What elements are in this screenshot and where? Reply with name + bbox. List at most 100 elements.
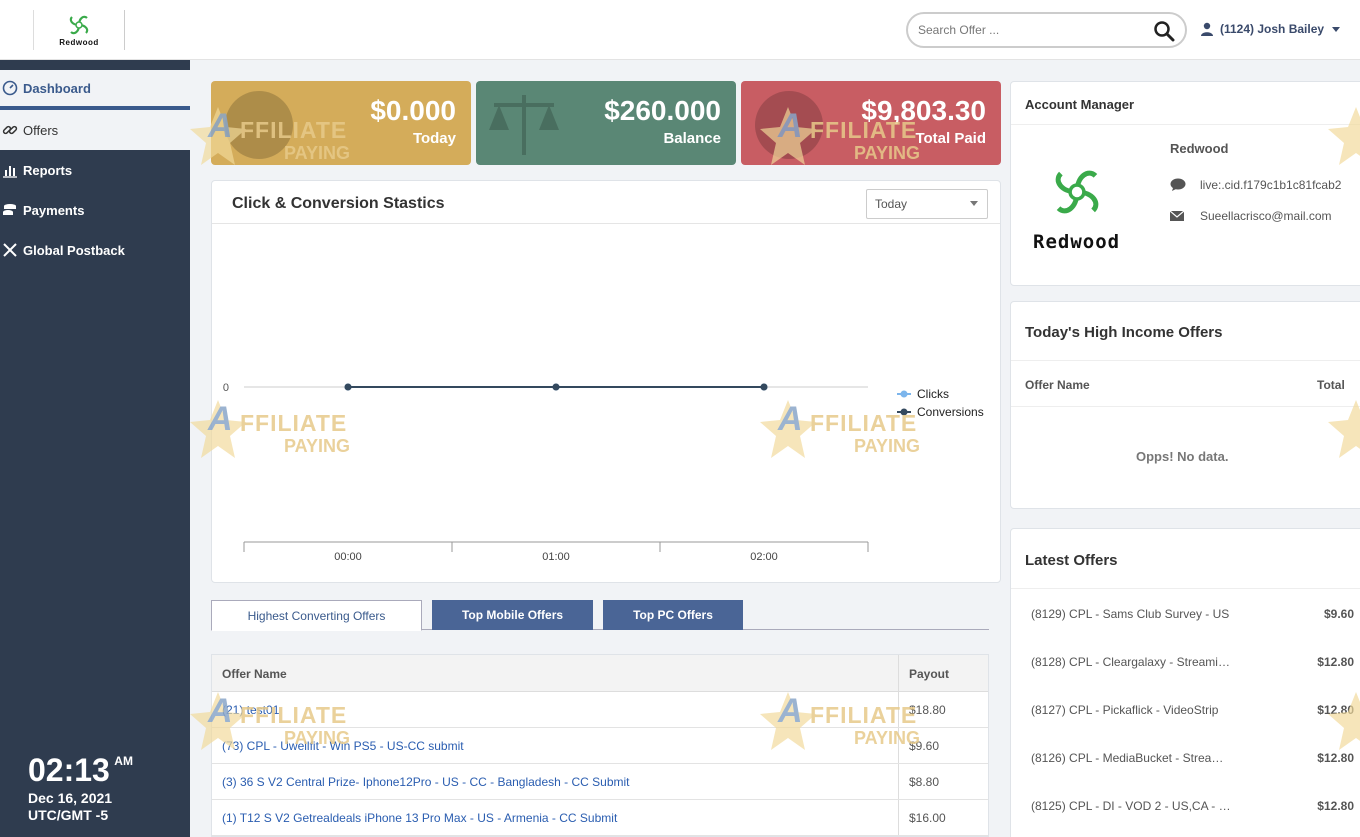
clock-date: Dec 16, 2021 — [28, 790, 113, 806]
stat-label: Balance — [663, 130, 721, 147]
manager-logo: Redwood — [1033, 162, 1120, 253]
table-row: (73) CPL - Uwellfit - Win PS5 - US-CC su… — [212, 728, 988, 764]
sidebar-item-label: Global Postback — [23, 242, 125, 258]
chevron-down-icon — [970, 201, 978, 206]
manager-email-address[interactable]: Sueellacrisco@mail.com — [1200, 209, 1332, 223]
chat-icon — [1170, 178, 1186, 191]
tab-highest-converting[interactable]: Highest Converting Offers — [211, 600, 422, 631]
offer-payout: $18.80 — [909, 703, 946, 717]
user-menu[interactable]: (1124) Josh Bailey — [1200, 22, 1341, 36]
stat-amount: $9,803.30 — [861, 95, 986, 126]
list-item[interactable]: (8128) CPL - Cleargalaxy - Streaming $12… — [1011, 655, 1360, 703]
data-point — [552, 383, 560, 391]
stat-label: Total Paid — [915, 130, 986, 147]
date-range-value: Today — [875, 197, 908, 211]
stat-card-total-paid: $9,803.30 Total Paid — [741, 81, 1001, 165]
legend-marker — [900, 408, 908, 416]
sidebar: Dashboard Offers Reports Payments Global… — [0, 60, 190, 837]
manager-logo-text: Redwood — [1033, 231, 1121, 253]
tab-top-pc[interactable]: Top PC Offers — [603, 600, 743, 630]
bar-chart-icon — [3, 166, 17, 178]
manager-skype-id[interactable]: live:.cid.f179c1b1c81fcab2 — [1200, 178, 1341, 192]
latest-offer-name[interactable]: (8126) CPL - MediaBucket - Streaming — [1031, 751, 1231, 765]
sidebar-item-label: Dashboard — [23, 80, 91, 96]
sidebar-item-label: Reports — [23, 162, 73, 178]
manager-name: Redwood — [1170, 141, 1229, 156]
table-row: (3) 36 S V2 Central Prize- Iphone12Pro -… — [212, 764, 988, 800]
manager-email: Sueellacrisco@mail.com — [1170, 209, 1332, 223]
col-offer-name: Offer Name — [222, 667, 287, 681]
clock-time: 02:13 — [28, 752, 110, 788]
stat-card-today: $0.000 Today — [211, 81, 471, 165]
search-box — [906, 12, 1187, 48]
x-tick-label: 01:00 — [542, 551, 570, 563]
sidebar-item-payments[interactable]: Payments — [0, 190, 190, 230]
date-range-select[interactable]: Today — [866, 189, 988, 219]
offer-link[interactable]: (73) CPL - Uwellfit - Win PS5 - US-CC su… — [222, 739, 464, 753]
sidebar-item-reports[interactable]: Reports — [0, 150, 190, 190]
line-chart: 0 00:00 01:00 02:00 Clicks Conversions — [223, 382, 984, 563]
col-payout: Payout — [909, 667, 950, 681]
legend-label: Conversions — [917, 405, 984, 419]
logo-text: Redwood — [59, 38, 99, 47]
x-tick-label: 02:00 — [750, 551, 778, 563]
sidebar-item-label: Offers — [23, 122, 59, 138]
data-point — [760, 383, 768, 391]
latest-offer-payout: $9.60 — [1323, 607, 1354, 621]
legend-label: Clicks — [917, 387, 949, 401]
stat-card-balance: $260.000 Balance — [476, 81, 736, 165]
legend-marker — [900, 390, 908, 398]
sidebar-item-label: Payments — [23, 202, 85, 218]
offer-link[interactable]: (3) 36 S V2 Central Prize- Iphone12Pro -… — [222, 775, 630, 789]
offer-link[interactable]: (21) test01 — [222, 703, 279, 717]
sidebar-item-offers[interactable]: Offers — [0, 110, 190, 150]
stat-label: Today — [412, 130, 456, 147]
top-header: Redwood (1124) Josh Bailey — [0, 0, 1360, 60]
search-icon[interactable] — [1153, 20, 1175, 42]
sidebar-item-dashboard[interactable]: Dashboard — [0, 70, 190, 110]
x-tick-label: 00:00 — [334, 551, 362, 563]
dollar-icon — [755, 91, 823, 159]
latest-offer-name[interactable]: (8128) CPL - Cleargalaxy - Streaming — [1031, 655, 1231, 669]
table-row: (21) test01 $18.80 — [212, 692, 988, 728]
list-item[interactable]: (8127) CPL - Pickaflick - VideoStrip $12… — [1011, 703, 1360, 751]
chevron-down-icon — [1332, 26, 1341, 32]
dollar-icon — [225, 91, 293, 159]
offer-link[interactable]: (1) T12 S V2 Getrealdeals iPhone 13 Pro … — [222, 811, 617, 825]
data-point — [344, 383, 352, 391]
latest-offer-name[interactable]: (8127) CPL - Pickaflick - VideoStrip — [1031, 703, 1231, 717]
dashboard-icon — [2, 80, 18, 96]
table-header: Offer Name Payout — [212, 655, 988, 692]
offer-payout: $9.60 — [909, 739, 940, 753]
stat-amount: $260.000 — [604, 95, 721, 126]
latest-offer-name[interactable]: (8125) CPL - DI - VOD 2 - US,CA - CC — [1031, 799, 1231, 813]
list-item[interactable]: (8129) CPL - Sams Club Survey - US $9.60 — [1011, 607, 1360, 655]
scale-icon — [489, 95, 559, 155]
list-item[interactable]: (8125) CPL - DI - VOD 2 - US,CA - CC $12… — [1011, 799, 1360, 837]
list-item[interactable]: (8126) CPL - MediaBucket - Streaming $12… — [1011, 751, 1360, 799]
latest-offers-panel: Latest Offers (8129) CPL - Sams Club Sur… — [1010, 528, 1360, 837]
table-row: (1) T12 S V2 Getrealdeals iPhone 13 Pro … — [212, 800, 988, 836]
latest-offer-payout: $12.80 — [1317, 799, 1354, 813]
latest-offer-payout: $12.80 — [1317, 703, 1354, 717]
offer-tabs: Highest Converting Offers Top Mobile Off… — [211, 600, 989, 631]
chart-title: Click & Conversion Stastics — [232, 195, 445, 212]
search-input[interactable] — [918, 20, 1138, 40]
mail-icon — [1170, 211, 1184, 221]
latest-offer-name[interactable]: (8129) CPL - Sams Club Survey - US — [1031, 607, 1231, 621]
empty-message: Opps! No data. — [1136, 449, 1229, 464]
user-icon — [1201, 22, 1213, 36]
latest-offers-title: Latest Offers — [1025, 552, 1118, 569]
high-income-title: Today's High Income Offers — [1025, 324, 1223, 341]
offer-payout: $16.00 — [909, 811, 946, 825]
clock: 02:13 AM Dec 16, 2021 UTC/GMT -5 — [28, 752, 133, 823]
clock-timezone: UTC/GMT -5 — [28, 807, 109, 823]
coins-icon — [3, 204, 16, 215]
sidebar-item-global-postback[interactable]: Global Postback — [0, 230, 190, 270]
y-tick-label: 0 — [223, 382, 229, 394]
clock-ampm: AM — [114, 754, 133, 768]
latest-offer-payout: $12.80 — [1317, 655, 1354, 669]
tab-top-mobile[interactable]: Top Mobile Offers — [432, 600, 593, 630]
brand-logo[interactable]: Redwood — [33, 10, 125, 50]
col-total: Total — [1317, 378, 1345, 392]
